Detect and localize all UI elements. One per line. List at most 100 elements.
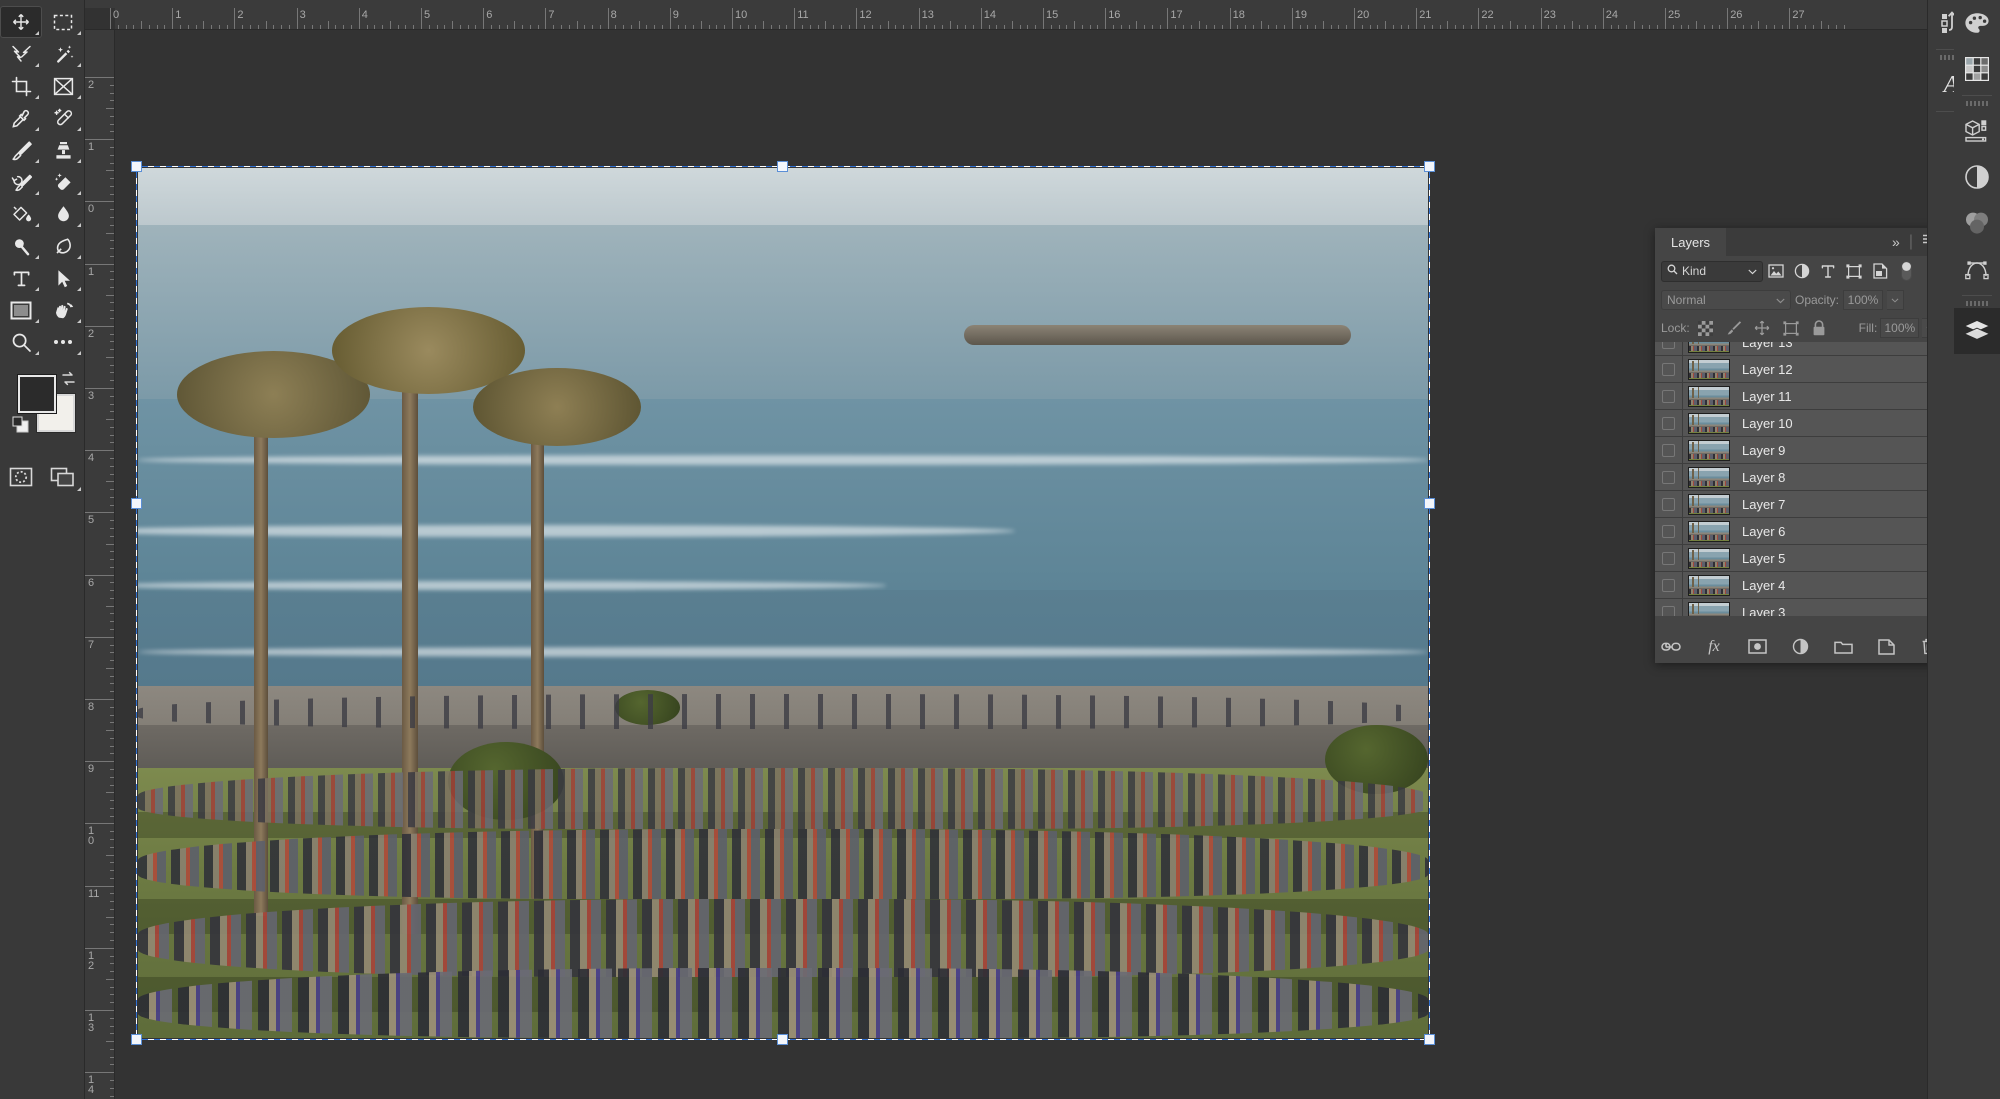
layer-thumbnail[interactable] bbox=[1688, 547, 1730, 569]
selection-handle-tr[interactable] bbox=[1424, 161, 1435, 172]
paths-icon[interactable] bbox=[1954, 246, 2000, 292]
layer-row[interactable]: Layer 3 bbox=[1655, 598, 1945, 616]
new-group-button[interactable] bbox=[1833, 637, 1853, 657]
selection-handle-tc[interactable] bbox=[777, 161, 788, 172]
move-tool[interactable] bbox=[0, 6, 42, 38]
adjustments-icon[interactable] bbox=[1954, 154, 2000, 200]
clone-stamp-tool[interactable] bbox=[42, 134, 84, 166]
horizontal-ruler[interactable]: 0 1 2 3 4 5 6 7 8 9 10 11 12 13 14 15 16 17 18 19 20 21 22 23 24… bbox=[85, 0, 2000, 30]
rectangular-marquee-tool[interactable] bbox=[42, 6, 84, 38]
filter-adjustment-layers-icon[interactable] bbox=[1789, 258, 1815, 284]
screen-mode-toggle[interactable] bbox=[42, 460, 84, 494]
tab-layers[interactable]: Layers bbox=[1655, 228, 1727, 256]
layer-thumbnail[interactable] bbox=[1688, 385, 1730, 407]
layer-visibility-checkbox[interactable] bbox=[1655, 355, 1683, 383]
layer-visibility-checkbox[interactable] bbox=[1655, 342, 1683, 356]
layer-visibility-checkbox[interactable] bbox=[1655, 463, 1683, 491]
layer-thumbnail[interactable] bbox=[1688, 358, 1730, 380]
layer-visibility-checkbox[interactable] bbox=[1655, 409, 1683, 437]
layer-thumbnail[interactable] bbox=[1688, 412, 1730, 434]
artboard[interactable] bbox=[131, 161, 1435, 1045]
filter-kind-select[interactable]: Kind bbox=[1661, 260, 1763, 282]
history-brush-tool[interactable] bbox=[0, 166, 42, 198]
frame-tool[interactable] bbox=[42, 70, 84, 102]
selection-handle-mr[interactable] bbox=[1424, 498, 1435, 509]
layer-thumbnail[interactable] bbox=[1688, 439, 1730, 461]
layer-thumbnail[interactable] bbox=[1688, 466, 1730, 488]
brush-tool[interactable] bbox=[0, 134, 42, 166]
layer-thumbnail[interactable] bbox=[1688, 520, 1730, 542]
panel-grip[interactable] bbox=[1966, 101, 1988, 106]
quick-mask-toggle[interactable] bbox=[0, 460, 42, 494]
panel-grip[interactable] bbox=[1966, 301, 1988, 306]
reset-colors-icon[interactable] bbox=[12, 416, 29, 438]
lock-image-pixels-icon[interactable] bbox=[1721, 315, 1746, 341]
layer-visibility-checkbox[interactable] bbox=[1655, 382, 1683, 410]
selection-handle-bc[interactable] bbox=[777, 1034, 788, 1045]
lasso-tool[interactable] bbox=[0, 38, 42, 70]
quick-selection-tool[interactable] bbox=[42, 38, 84, 70]
swatches-grid-icon[interactable] bbox=[1954, 46, 2000, 92]
selection-handle-ml[interactable] bbox=[131, 498, 142, 509]
opacity-stepper[interactable] bbox=[1887, 290, 1905, 310]
blur-tool[interactable] bbox=[42, 198, 84, 230]
layer-row[interactable]: Layer 4 bbox=[1655, 571, 1945, 599]
filter-pixel-layers-icon[interactable] bbox=[1763, 258, 1789, 284]
filter-smart-objects-icon[interactable] bbox=[1867, 258, 1893, 284]
layer-row[interactable]: Layer 11 bbox=[1655, 382, 1945, 410]
layer-visibility-checkbox[interactable] bbox=[1655, 571, 1683, 599]
layer-visibility-checkbox[interactable] bbox=[1655, 490, 1683, 518]
new-layer-button[interactable] bbox=[1876, 637, 1896, 657]
link-layers-button[interactable] bbox=[1661, 637, 1681, 657]
layer-visibility-checkbox[interactable] bbox=[1655, 517, 1683, 545]
layer-thumbnail[interactable] bbox=[1688, 601, 1730, 616]
layer-style-button[interactable]: fx bbox=[1704, 637, 1724, 657]
libraries-icon[interactable] bbox=[1954, 108, 2000, 154]
pen-tool[interactable] bbox=[42, 230, 84, 262]
color-mixer-icon[interactable] bbox=[1954, 200, 2000, 246]
layers-list[interactable]: Layer 13 Layer 12 Layer 11 Layer 10 Layer 9 L… bbox=[1655, 342, 1945, 616]
color-palette-icon[interactable] bbox=[1954, 0, 2000, 46]
eyedropper-tool[interactable] bbox=[0, 102, 42, 134]
vertical-ruler[interactable]: 2 1 0 1 2 3 4 5 6 7 8 9 10 11 12 13 14 bbox=[85, 30, 115, 1099]
lock-transparent-pixels-icon[interactable] bbox=[1693, 315, 1718, 341]
swap-colors-icon[interactable] bbox=[60, 370, 77, 392]
adjustment-layer-button[interactable] bbox=[1790, 637, 1810, 657]
rectangle-tool[interactable] bbox=[0, 294, 42, 326]
lock-position-icon[interactable] bbox=[1749, 315, 1774, 341]
layer-row[interactable]: Layer 10 bbox=[1655, 409, 1945, 437]
crop-tool[interactable] bbox=[0, 70, 42, 102]
filter-shape-layers-icon[interactable] bbox=[1841, 258, 1867, 284]
layer-row[interactable]: Layer 8 bbox=[1655, 463, 1945, 491]
filter-type-layers-icon[interactable] bbox=[1815, 258, 1841, 284]
selection-handle-bl[interactable] bbox=[131, 1034, 142, 1045]
layer-visibility-checkbox[interactable] bbox=[1655, 436, 1683, 464]
layer-row[interactable]: Layer 6 bbox=[1655, 517, 1945, 545]
filter-enable-toggle[interactable] bbox=[1893, 258, 1919, 284]
layer-visibility-checkbox[interactable] bbox=[1655, 598, 1683, 616]
layer-row[interactable]: Layer 12 bbox=[1655, 355, 1945, 383]
rotate-view-tool[interactable] bbox=[42, 294, 84, 326]
chevron-double-right-icon[interactable]: » bbox=[1892, 234, 1900, 250]
layer-row[interactable]: Layer 7 bbox=[1655, 490, 1945, 518]
layer-mask-button[interactable] bbox=[1747, 637, 1767, 657]
layer-row[interactable]: Layer 13 bbox=[1655, 342, 1945, 356]
zoom-tool[interactable] bbox=[0, 326, 42, 358]
foreground-color-swatch[interactable] bbox=[18, 375, 56, 413]
lock-artboard-nesting-icon[interactable] bbox=[1778, 315, 1803, 341]
layer-row[interactable]: Layer 9 bbox=[1655, 436, 1945, 464]
layer-thumbnail[interactable] bbox=[1688, 574, 1730, 596]
spot-healing-brush-tool[interactable] bbox=[42, 102, 84, 134]
lock-all-icon[interactable] bbox=[1806, 315, 1831, 341]
layers-stack-icon[interactable] bbox=[1954, 308, 2000, 354]
dodge-tool[interactable] bbox=[0, 230, 42, 262]
layer-visibility-checkbox[interactable] bbox=[1655, 544, 1683, 572]
edit-toolbar-tool[interactable] bbox=[42, 326, 84, 358]
path-selection-tool[interactable] bbox=[42, 262, 84, 294]
layer-thumbnail[interactable] bbox=[1688, 493, 1730, 515]
horizontal-type-tool[interactable] bbox=[0, 262, 42, 294]
fill-input[interactable]: 100% bbox=[1880, 318, 1920, 338]
blend-mode-select[interactable]: Normal bbox=[1661, 290, 1791, 310]
opacity-input[interactable]: 100% bbox=[1843, 290, 1884, 310]
layer-thumbnail[interactable] bbox=[1688, 342, 1730, 353]
